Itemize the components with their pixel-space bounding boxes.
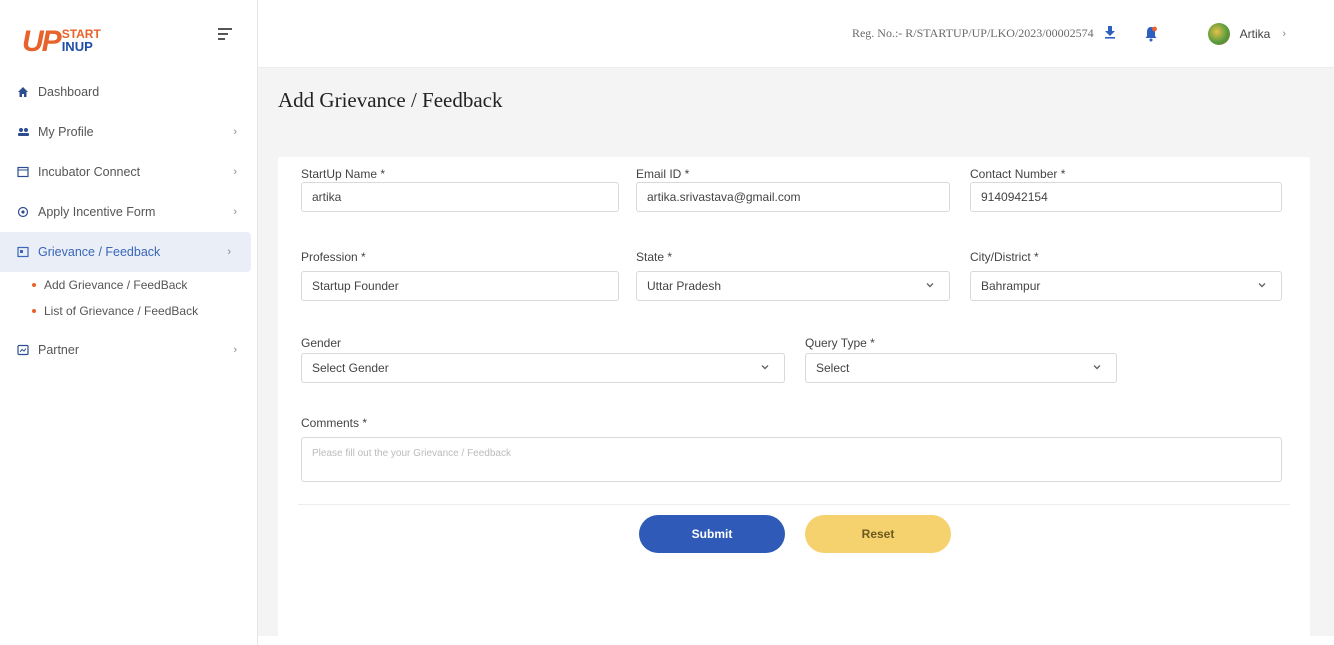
city-district-select-value: Bahrampur (981, 279, 1041, 293)
chevron-right-icon: › (233, 206, 237, 218)
state-label: State * (636, 250, 673, 264)
city-district-label: City/District * (970, 250, 1039, 264)
startup-name-input[interactable]: artika (301, 182, 619, 212)
page-title: Add Grievance / Feedback (278, 88, 503, 112)
gender-label: Gender (301, 336, 342, 350)
comments-label: Comments * (301, 416, 368, 430)
chevron-down-icon (1257, 280, 1267, 293)
logo-row: UP START INUP (0, 0, 257, 68)
coins-icon (16, 205, 30, 219)
email-label: Email ID * (636, 167, 690, 181)
chevron-right-icon: › (233, 344, 237, 356)
bullet-icon (32, 283, 36, 287)
gender-select-value: Select Gender (312, 361, 389, 375)
sidebar-item-label: My Profile (38, 125, 94, 139)
sidebar-item-label: Incubator Connect (38, 165, 141, 179)
logo-up-text: UP (22, 25, 62, 58)
sidebar-subitem-label: List of Grievance / FeedBack (44, 304, 199, 318)
submit-button[interactable]: Submit (639, 515, 785, 553)
email-input[interactable]: artika.srivastava@gmail.com (636, 182, 950, 212)
user-name[interactable]: Artika (1240, 27, 1271, 41)
chevron-right-icon: › (227, 246, 231, 258)
sidebar-item-partner[interactable]: Partner › (0, 330, 257, 370)
chevron-right-icon[interactable]: › (1282, 28, 1286, 40)
reset-button[interactable]: Reset (805, 515, 951, 553)
sidebar-subitem-add-grievance[interactable]: Add Grievance / FeedBack (0, 272, 257, 298)
users-icon (16, 125, 30, 139)
window-icon (16, 165, 30, 179)
query-type-select[interactable]: Select (805, 353, 1117, 383)
query-type-select-value: Select (816, 361, 850, 375)
sidebar-item-label: Dashboard (38, 85, 100, 99)
footer-strip (258, 636, 1334, 645)
avatar[interactable] (1207, 22, 1230, 45)
sidebar-item-label: Grievance / Feedback (38, 245, 161, 259)
profession-label: Profession * (301, 250, 366, 264)
sidebar: UP START INUP Dashboard My Profile › Inc… (0, 0, 258, 645)
sidebar-item-incubator-connect[interactable]: Incubator Connect › (0, 152, 257, 192)
gender-select[interactable]: Select Gender (301, 353, 785, 383)
sidebar-item-label: Apply Incentive Form (38, 205, 156, 219)
city-district-select[interactable]: Bahrampur (970, 271, 1282, 301)
main-content: Add Grievance / Feedback StartUp Name * … (258, 68, 1334, 645)
sidebar-item-apply-incentive-form[interactable]: Apply Incentive Form › (0, 192, 257, 232)
bullet-icon (32, 309, 36, 313)
contact-number-input[interactable]: 9140942154 (970, 182, 1282, 212)
feedback-icon (16, 245, 30, 259)
sidebar-item-label: Partner (38, 343, 79, 357)
top-bar: Reg. No.:- R/STARTUP/UP/LKO/2023/0000257… (258, 0, 1334, 68)
bell-icon[interactable] (1144, 26, 1158, 42)
logo-stack: START INUP (62, 28, 101, 53)
query-type-label: Query Type * (805, 336, 875, 350)
profession-input[interactable]: Startup Founder (301, 271, 619, 301)
download-icon[interactable] (1104, 25, 1116, 42)
comments-textarea[interactable]: Please fill out the your Grievance / Fee… (301, 437, 1282, 482)
contact-number-label: Contact Number * (970, 167, 1066, 181)
chevron-right-icon: › (233, 166, 237, 178)
chevron-right-icon: › (233, 126, 237, 138)
grievance-form-card: StartUp Name * artika Email ID * artika.… (278, 157, 1310, 645)
home-icon (16, 85, 30, 99)
logo[interactable]: UP START INUP (22, 11, 101, 57)
sidebar-subitem-list-grievance[interactable]: List of Grievance / FeedBack (0, 298, 257, 324)
chevron-down-icon (1092, 362, 1102, 375)
sidebar-item-dashboard[interactable]: Dashboard (0, 72, 257, 112)
logo-inup-text: INUP (61, 39, 93, 54)
sidebar-nav: Dashboard My Profile › Incubator Connect… (0, 72, 257, 370)
chevron-down-icon (760, 362, 770, 375)
registration-number: Reg. No.:- R/STARTUP/UP/LKO/2023/0000257… (851, 26, 1094, 40)
sidebar-item-my-profile[interactable]: My Profile › (0, 112, 257, 152)
state-select-value: Uttar Pradesh (647, 279, 722, 293)
sidebar-item-grievance-feedback[interactable]: Grievance / Feedback › (0, 232, 251, 272)
startup-name-label: StartUp Name * (301, 167, 386, 181)
sidebar-subitem-label: Add Grievance / FeedBack (44, 278, 188, 292)
state-select[interactable]: Uttar Pradesh (636, 271, 950, 301)
partner-icon (16, 343, 30, 357)
form-divider (298, 504, 1290, 505)
menu-toggle-icon[interactable] (218, 28, 234, 42)
chevron-down-icon (925, 280, 935, 293)
